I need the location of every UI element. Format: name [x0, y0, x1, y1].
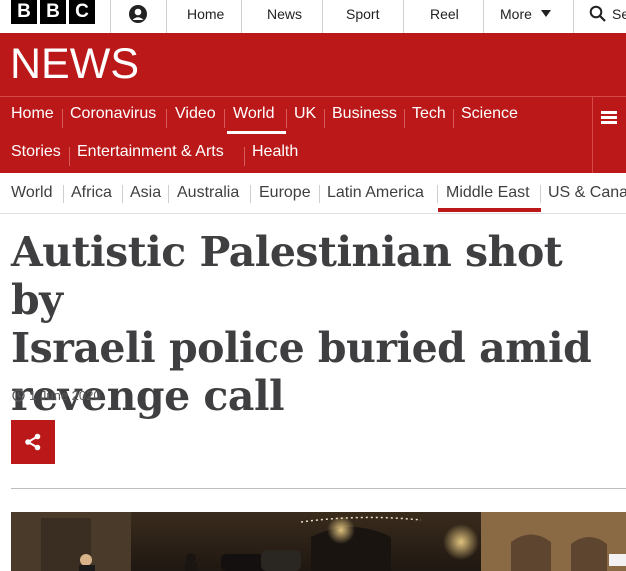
- divider: [573, 0, 574, 33]
- nav-business[interactable]: Business: [332, 105, 397, 123]
- news-banner: NEWS Home Coronavirus Video World UK Bus…: [0, 33, 626, 173]
- divider: [0, 96, 626, 97]
- article-image[interactable]: [11, 512, 626, 571]
- search-icon[interactable]: [589, 5, 606, 22]
- subnav-africa[interactable]: Africa: [71, 184, 112, 202]
- nav-world[interactable]: World: [233, 105, 275, 123]
- bbc-global-bar: B B C Home News Sport Reel More Se: [0, 0, 626, 34]
- topnav-more-button[interactable]: More: [500, 6, 551, 22]
- subnav-europe[interactable]: Europe: [259, 184, 311, 202]
- menu-icon[interactable]: [601, 111, 617, 125]
- topnav-sport-link[interactable]: Sport: [346, 6, 379, 22]
- subnav-latin-america[interactable]: Latin America: [327, 184, 424, 202]
- news-logo[interactable]: NEWS: [10, 40, 139, 89]
- share-button[interactable]: [11, 420, 55, 464]
- nav-health[interactable]: Health: [252, 143, 298, 161]
- headline-line: Autistic Palestinian shot by: [11, 228, 563, 324]
- divider: [322, 0, 323, 33]
- nav-tech[interactable]: Tech: [412, 105, 446, 123]
- divider: [540, 185, 541, 203]
- subnav-middle-east[interactable]: Middle East: [446, 184, 530, 202]
- subnav-asia[interactable]: Asia: [130, 184, 161, 202]
- world-sub-nav: World Africa Asia Australia Europe Latin…: [0, 173, 626, 214]
- divider: [69, 147, 70, 166]
- nav-coronavirus[interactable]: Coronavirus: [70, 105, 156, 123]
- clock-icon: [12, 389, 25, 402]
- divider: [319, 185, 320, 203]
- divider: [224, 109, 225, 128]
- nav-stories[interactable]: Stories: [11, 143, 61, 161]
- divider: [324, 109, 325, 128]
- divider: [122, 185, 123, 203]
- divider: [437, 185, 438, 203]
- nav-video[interactable]: Video: [175, 105, 216, 123]
- article-date: 1 June 2020: [12, 388, 101, 403]
- subnav-us-canada[interactable]: US & Cana: [548, 184, 626, 202]
- search-label[interactable]: Se: [612, 6, 626, 22]
- topnav-reel-link[interactable]: Reel: [430, 6, 459, 22]
- bbc-logo-block: B: [40, 0, 66, 24]
- divider: [11, 488, 626, 489]
- divider: [453, 109, 454, 128]
- share-icon: [25, 433, 41, 451]
- divider: [592, 97, 593, 173]
- divider: [241, 0, 242, 33]
- divider: [62, 109, 63, 128]
- divider: [168, 185, 169, 203]
- divider: [166, 109, 167, 128]
- bbc-logo-block: C: [69, 0, 95, 24]
- divider: [286, 109, 287, 128]
- divider: [166, 0, 167, 33]
- active-subnav-underline: [438, 208, 541, 212]
- subnav-australia[interactable]: Australia: [177, 184, 239, 202]
- nav-entertainment-arts[interactable]: Entertainment & Arts: [77, 143, 224, 161]
- night-street-photo: [11, 512, 626, 571]
- headline-line: Israeli police buried amid: [11, 324, 592, 372]
- bbc-logo[interactable]: B B C: [11, 0, 95, 24]
- divider: [110, 0, 111, 33]
- subnav-world[interactable]: World: [11, 184, 53, 202]
- divider: [244, 147, 245, 166]
- divider: [404, 109, 405, 128]
- date-text: 1 June 2020: [29, 388, 101, 403]
- nav-home[interactable]: Home: [11, 105, 54, 123]
- topnav-news-link[interactable]: News: [267, 6, 302, 22]
- divider: [403, 0, 404, 33]
- article-headline: Autistic Palestinian shot by Israeli pol…: [11, 228, 621, 420]
- bbc-logo-block: B: [11, 0, 37, 24]
- divider: [63, 185, 64, 203]
- divider: [250, 185, 251, 203]
- divider: [483, 0, 484, 33]
- caret-down-icon: [540, 10, 551, 17]
- nav-uk[interactable]: UK: [294, 105, 316, 123]
- nav-science[interactable]: Science: [461, 105, 518, 123]
- topnav-more-label: More: [500, 6, 532, 22]
- topnav-home-link[interactable]: Home: [187, 6, 224, 22]
- account-icon[interactable]: [128, 4, 148, 24]
- active-nav-underline: [227, 131, 286, 134]
